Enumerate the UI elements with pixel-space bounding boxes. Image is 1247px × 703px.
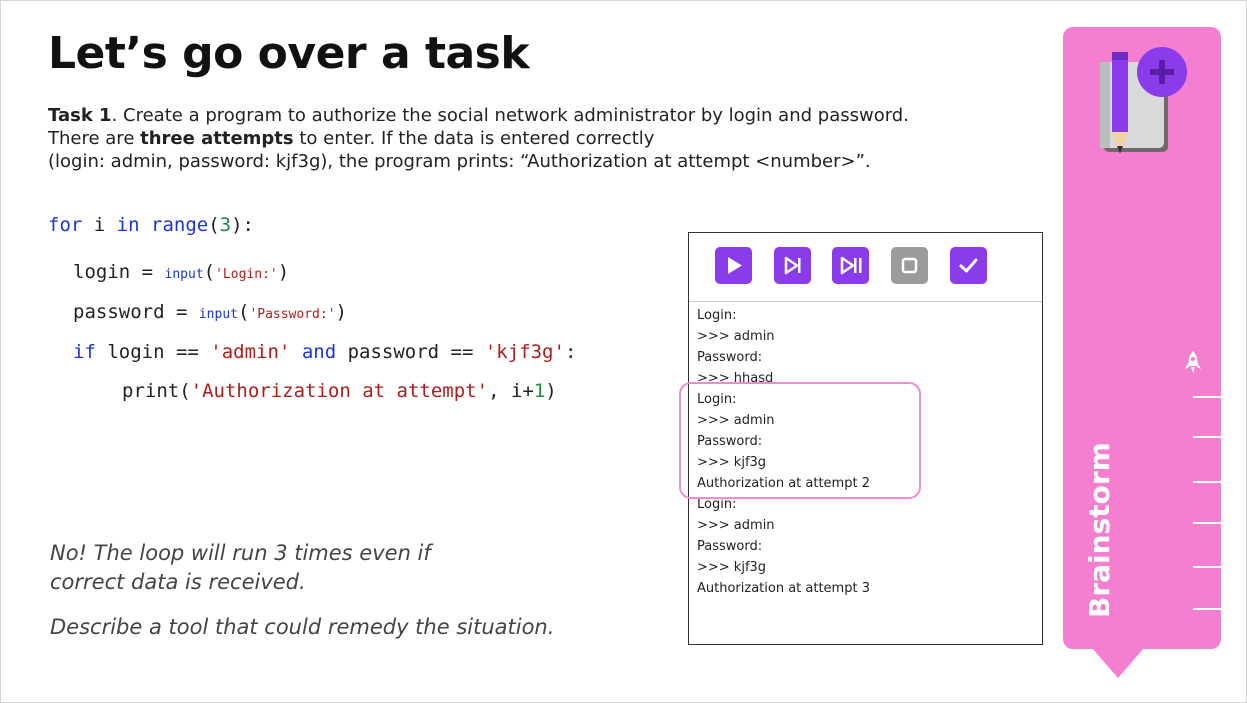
- output-line: >>> admin: [697, 329, 775, 344]
- step-icon: [784, 256, 801, 275]
- task-text-2: There are: [48, 128, 141, 149]
- skip-icon: [840, 256, 862, 275]
- code-text: :: [564, 341, 577, 363]
- code-text: password ==: [336, 341, 485, 363]
- code-string: 'admin': [210, 341, 291, 363]
- ruler-tick: [1193, 566, 1221, 568]
- task-text-4: (login: admin, password: kjf3g), the pro…: [48, 151, 871, 172]
- code-line-4: if login == 'admin' and password == 'kjf…: [73, 341, 576, 363]
- run-button[interactable]: [715, 247, 752, 284]
- check-button[interactable]: [950, 247, 987, 284]
- step-over-button[interactable]: [832, 247, 869, 284]
- code-builtin: input: [164, 267, 204, 282]
- ruler-tick: [1193, 436, 1221, 438]
- code-string: 'Password:': [249, 307, 336, 322]
- code-builtin: input: [198, 307, 238, 322]
- code-text: ): [277, 261, 290, 283]
- rocket-icon: [1185, 351, 1201, 373]
- code-string: 'kjf3g': [484, 341, 565, 363]
- step-button[interactable]: [774, 247, 811, 284]
- code-text: i: [82, 214, 117, 236]
- notebook-pencil-plus-icon: [1100, 47, 1187, 154]
- code-text: ): [545, 380, 557, 402]
- task-text-3: to enter. If the data is entered correct…: [293, 128, 655, 149]
- code-text: password =: [73, 301, 199, 323]
- code-text: login =: [73, 261, 165, 283]
- code-number: 3: [219, 214, 232, 236]
- sidebar-pointer: [1092, 648, 1144, 678]
- code-string: 'Authorization at attempt': [190, 380, 489, 402]
- code-text: (: [203, 261, 216, 283]
- output-line: >>> kjf3g: [697, 560, 767, 575]
- answer-line-1: No! The loop will run 3 times even if: [50, 541, 431, 565]
- output-line: >>> admin: [697, 518, 775, 533]
- page-title: Let’s go over a task: [48, 28, 530, 79]
- ruler-tick: [1193, 396, 1221, 398]
- code-line-3: password = input('Password:'): [73, 301, 347, 323]
- ruler-tick: [1193, 481, 1221, 483]
- answer-line-2: correct data is received.: [50, 570, 306, 594]
- code-text: (: [208, 214, 220, 236]
- stop-button[interactable]: [891, 247, 928, 284]
- code-keyword: for: [48, 214, 83, 236]
- check-icon: [959, 258, 978, 273]
- ruler-tick: [1193, 608, 1221, 610]
- code-text: ): [335, 301, 347, 323]
- code-builtin: print(: [122, 380, 191, 402]
- code-line-5: print('Authorization at attempt', i+1): [122, 380, 557, 402]
- code-string: 'Login:': [215, 267, 278, 282]
- output-line: Login:: [697, 308, 737, 323]
- ruler-tick: [1193, 522, 1221, 524]
- code-text: login ==: [95, 341, 211, 363]
- code-text: ):: [231, 214, 254, 236]
- console-toolbar: [689, 233, 1042, 302]
- play-icon: [728, 257, 742, 274]
- code-number: 1: [533, 380, 546, 402]
- output-line: Authorization at attempt 3: [697, 581, 870, 596]
- stop-icon: [901, 257, 918, 274]
- code-text: , i+: [488, 380, 534, 402]
- attempt-2-highlight: [679, 382, 921, 499]
- code-builtin: range: [151, 214, 209, 236]
- task-text-1: . Create a program to authorize the soci…: [111, 105, 909, 126]
- output-line: Password:: [697, 539, 763, 554]
- code-keyword: and: [301, 341, 337, 363]
- question-text: Describe a tool that could remedy the si…: [50, 615, 555, 639]
- code-line-1: for i in range(3):: [48, 214, 254, 236]
- sidebar-label: Brainstorm: [1083, 442, 1116, 618]
- code-text: (: [237, 301, 250, 323]
- task-bold-attempts: three attempts: [140, 128, 294, 149]
- code-line-2: login = input('Login:'): [73, 261, 289, 283]
- task-description: Task 1. Create a program to authorize th…: [48, 104, 1048, 173]
- output-line: Password:: [697, 350, 763, 365]
- code-keyword: in: [116, 214, 140, 236]
- code-keyword: if: [73, 341, 96, 363]
- task-label: Task 1: [48, 105, 112, 126]
